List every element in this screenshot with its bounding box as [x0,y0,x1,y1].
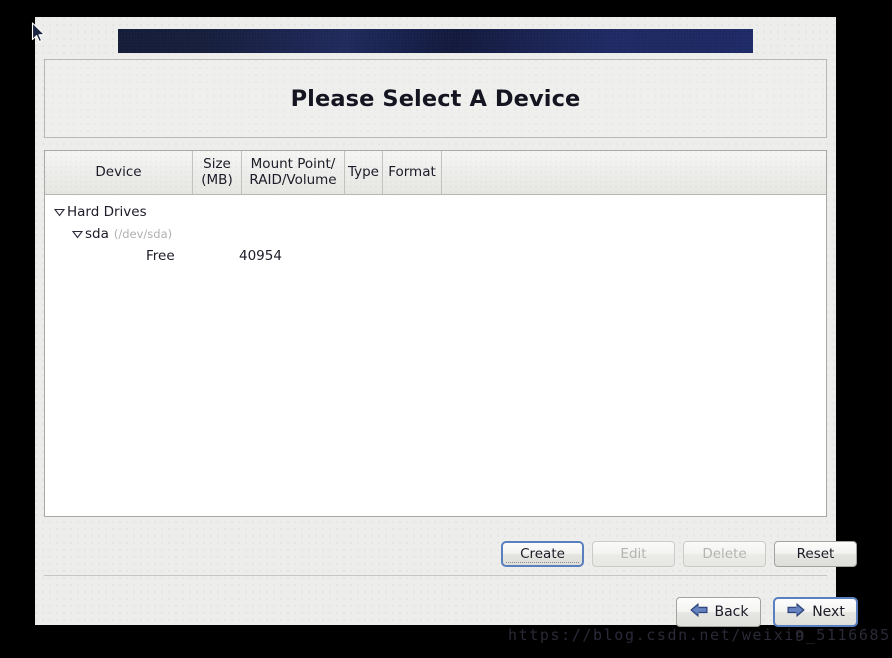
column-header-type-label: Type [347,163,379,180]
delete-button: Delete [683,541,766,567]
triangle-down-icon[interactable] [70,223,85,245]
column-header-type[interactable]: Type [345,151,383,194]
watermark-overlay: 9 [795,627,805,645]
tree-row-free[interactable]: Free 40954 [45,245,826,267]
triangle-down-icon[interactable] [52,201,67,223]
column-header-mount-point[interactable]: Mount Point/ RAID/Volume [242,151,345,194]
back-button[interactable]: Back [676,597,761,627]
device-tree: Hard Drives sda (/dev/sda) Free 40954 [45,195,826,267]
edit-button: Edit [592,541,675,567]
column-header-device-label: Device [95,163,142,180]
column-header-format[interactable]: Format [383,151,442,194]
divider [44,575,827,576]
arrow-right-icon [786,602,806,622]
create-button[interactable]: Create [501,541,584,567]
tree-row-label: sda [85,226,109,242]
column-header-size-label: Size (MB) [201,156,233,188]
action-button-row: Create Edit Delete Reset [501,541,857,567]
tree-row-device-path: (/dev/sda) [113,227,173,241]
column-header-mount-point-label: Mount Point/ RAID/Volume [249,156,337,188]
installer-window: Please Select A Device Device Size (MB) … [35,17,858,627]
device-table: Device Size (MB) Mount Point/ RAID/Volum… [44,150,827,517]
header-banner [118,29,753,53]
column-header-device[interactable]: Device [45,151,193,194]
tree-row-hard-drives[interactable]: Hard Drives [45,201,826,223]
table-header-row: Device Size (MB) Mount Point/ RAID/Volum… [45,151,826,195]
tree-row-sda[interactable]: sda (/dev/sda) [45,223,826,245]
arrow-left-icon [689,602,709,622]
title-frame: Please Select A Device [44,59,827,138]
reset-button[interactable]: Reset [774,541,857,567]
next-button[interactable]: Next [773,597,858,627]
screen: Please Select A Device Device Size (MB) … [0,0,892,658]
back-button-label: Back [714,604,749,620]
watermark-url: https://blog.csdn.net/weixin_51166851 [508,626,892,644]
tree-row-label: Free [146,248,175,264]
column-header-filler [442,151,826,194]
column-header-format-label: Format [388,163,436,180]
tree-row-label: Hard Drives [67,204,147,220]
page-title: Please Select A Device [290,85,581,112]
tree-row-size: 40954 [239,248,282,264]
column-header-size[interactable]: Size (MB) [193,151,242,194]
navigation-button-row: Back Next [676,597,858,627]
next-button-label: Next [812,604,845,620]
